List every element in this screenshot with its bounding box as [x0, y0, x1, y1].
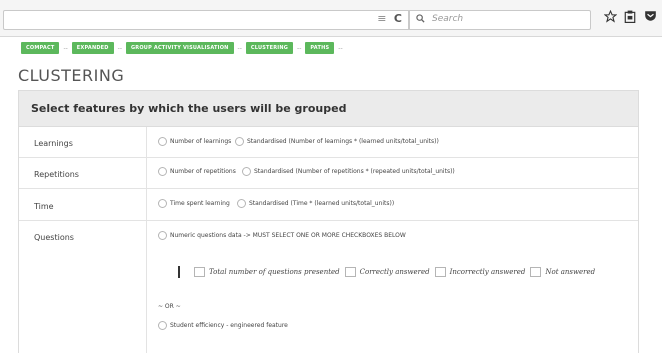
star-icon[interactable] — [603, 9, 618, 27]
row-questions: Questions Numeric questions data -> MUST… — [19, 221, 638, 353]
group-divider-bar — [178, 266, 180, 278]
option-label: Standardised (Number of learnings * (lea… — [247, 138, 439, 145]
row-divider — [146, 221, 147, 353]
crumb-separator: -- — [63, 44, 68, 52]
crumb-group-activity[interactable]: GROUP ACTIVITY VISUALISATION — [126, 42, 234, 54]
crumb-separator: -- — [297, 44, 302, 52]
checkbox-label: Correctly answered — [359, 268, 430, 276]
option-number-of-learnings[interactable]: Number of learnings — [158, 137, 231, 146]
option-label: Numeric questions data -> MUST SELECT ON… — [170, 232, 406, 239]
row-label: Time — [34, 202, 54, 211]
row-label: Questions — [34, 233, 74, 242]
radio-button[interactable] — [158, 137, 167, 146]
search-input[interactable]: Search — [409, 10, 591, 30]
option-numeric-questions[interactable]: Numeric questions data -> MUST SELECT ON… — [158, 231, 406, 240]
option-label: Number of learnings — [170, 138, 232, 145]
checkbox-total-questions[interactable]: Total number of questions presented — [194, 267, 340, 277]
option-standardised-repetitions[interactable]: Standardised (Number of repetitions * (r… — [242, 167, 455, 176]
radio-button[interactable] — [158, 321, 167, 330]
option-label: Standardised (Time * (learned units/tota… — [249, 200, 395, 207]
option-standardised-learnings[interactable]: Standardised (Number of learnings * (lea… — [235, 137, 439, 146]
checkbox-label: Incorrectly answered — [449, 268, 526, 276]
checkbox-not-answered[interactable]: Not answered — [530, 267, 595, 277]
crumb-paths[interactable]: PATHS — [305, 42, 335, 54]
option-time-spent[interactable]: Time spent learning — [158, 199, 230, 208]
row-label: Repetitions — [34, 170, 79, 179]
row-repetitions: Repetitions Number of repetitions Standa… — [19, 158, 638, 189]
checkbox-incorrectly-answered[interactable]: Incorrectly answered — [434, 267, 526, 277]
crumb-expanded[interactable]: EXPANDED — [71, 42, 114, 54]
option-label: Number of repetitions — [170, 168, 236, 175]
radio-button[interactable] — [235, 137, 244, 146]
crumb-separator: -- — [117, 44, 122, 52]
page-title: CLUSTERING — [18, 66, 125, 85]
search-placeholder: Search — [432, 14, 464, 24]
menu-icon[interactable]: ≡ — [377, 12, 386, 25]
checkbox[interactable] — [194, 267, 205, 277]
option-standardised-time[interactable]: Standardised (Time * (learned units/tota… — [237, 199, 394, 208]
breadcrumb: COMPACT -- EXPANDED -- GROUP ACTIVITY VI… — [21, 42, 347, 54]
panel-heading: Select features by which the users will … — [19, 91, 638, 127]
browser-toolbar: ≡ C Search — [0, 0, 662, 37]
row-learnings: Learnings Number of learnings Standardis… — [19, 127, 638, 158]
magnifier-icon — [416, 13, 425, 26]
row-divider — [146, 158, 147, 188]
row-divider — [146, 189, 147, 220]
checkbox[interactable] — [530, 267, 542, 277]
option-number-of-repetitions[interactable]: Number of repetitions — [158, 167, 236, 176]
crumb-compact[interactable]: COMPACT — [21, 42, 60, 54]
checkbox-label: Not answered — [545, 268, 596, 276]
url-bar[interactable]: ≡ C — [3, 10, 409, 30]
radio-button[interactable] — [242, 167, 251, 176]
row-divider — [146, 127, 147, 157]
row-label: Learnings — [34, 139, 73, 148]
checkbox-correctly-answered[interactable]: Correctly answered — [344, 267, 430, 277]
option-label: Time spent learning — [170, 200, 230, 207]
option-label: Standardised (Number of repetitions * (r… — [254, 168, 455, 175]
checkbox[interactable] — [344, 267, 356, 277]
radio-button[interactable] — [237, 199, 246, 208]
option-label: Student efficiency - engineered feature — [170, 322, 288, 329]
crumb-separator: -- — [338, 44, 343, 52]
clipboard-icon[interactable] — [624, 10, 636, 27]
checkbox-label: Total number of questions presented — [209, 268, 340, 276]
question-checkbox-group: Total number of questions presented Corr… — [178, 266, 600, 278]
row-time: Time Time spent learning Standardised (T… — [19, 189, 638, 221]
crumb-separator: -- — [237, 44, 242, 52]
option-student-efficiency[interactable]: Student efficiency - engineered feature — [158, 321, 288, 330]
radio-button[interactable] — [158, 167, 167, 176]
pocket-icon[interactable] — [644, 10, 657, 26]
radio-button[interactable] — [158, 199, 167, 208]
reload-icon[interactable]: C — [394, 12, 402, 25]
checkbox[interactable] — [434, 267, 446, 277]
radio-button[interactable] — [158, 231, 167, 240]
crumb-clustering[interactable]: CLUSTERING — [245, 42, 294, 54]
features-panel: Select features by which the users will … — [18, 90, 639, 353]
or-separator: ~ OR ~ — [158, 303, 181, 310]
